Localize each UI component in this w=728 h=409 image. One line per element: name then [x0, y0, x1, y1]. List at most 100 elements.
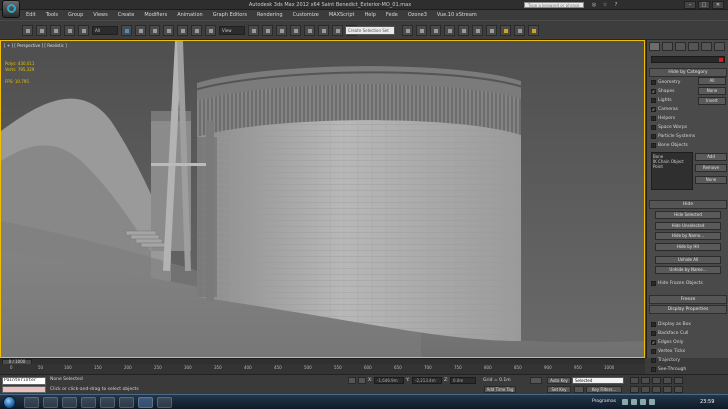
- render-setup-icon[interactable]: [500, 25, 511, 36]
- percent-snap-icon[interactable]: [318, 25, 329, 36]
- menu-fede[interactable]: Fede: [386, 10, 398, 20]
- select-by-name-icon[interactable]: [135, 25, 146, 36]
- spinner-snap-icon[interactable]: [332, 25, 343, 36]
- modify-tab-icon[interactable]: [662, 42, 673, 51]
- list-none-button[interactable]: None: [695, 176, 727, 184]
- keyboard-shortcut-icon[interactable]: [276, 25, 287, 36]
- zoom-all-icon[interactable]: [641, 386, 650, 393]
- remove-button[interactable]: Remove: [695, 164, 727, 172]
- checkbox[interactable]: [651, 134, 656, 139]
- hide-rollout[interactable]: Hide: [649, 200, 727, 209]
- set-key-button[interactable]: Set Key: [547, 386, 571, 393]
- track-bar[interactable]: 0 50 100 150 200 250 300 350 400 450 500…: [0, 364, 645, 374]
- snaps-toggle-icon[interactable]: [290, 25, 301, 36]
- move-icon[interactable]: [177, 25, 188, 36]
- checkbox[interactable]: [651, 322, 656, 327]
- maxscript-listener-input[interactable]: Painterinter: [2, 377, 46, 385]
- scale-icon[interactable]: [205, 25, 216, 36]
- auto-key-button[interactable]: Auto Key: [547, 377, 571, 384]
- taskbar-app-icon[interactable]: [24, 397, 39, 408]
- zoom-icon[interactable]: [630, 386, 639, 393]
- checkbox[interactable]: [651, 80, 656, 85]
- none-button[interactable]: None: [698, 87, 726, 95]
- checkbox[interactable]: [651, 358, 656, 363]
- menu-animation[interactable]: Animation: [177, 10, 203, 20]
- invert-button[interactable]: Invert: [698, 97, 726, 105]
- menu-tools[interactable]: Tools: [46, 10, 58, 20]
- tray-icon[interactable]: [622, 399, 628, 405]
- add-time-tag-button[interactable]: Add Time Tag: [484, 386, 516, 393]
- all-button[interactable]: All: [698, 77, 726, 85]
- app-menu-button[interactable]: [2, 0, 20, 18]
- checkbox[interactable]: [651, 98, 656, 103]
- checkbox-checked[interactable]: ✓: [651, 89, 656, 94]
- selection-filter-dropdown[interactable]: All: [92, 26, 118, 35]
- go-to-end-icon[interactable]: [674, 377, 683, 384]
- display-properties-rollout[interactable]: Display Properties: [649, 305, 727, 314]
- viewport-label[interactable]: [ + ] [ Perspective ] [ Realistic ]: [4, 43, 67, 48]
- checkbox[interactable]: [651, 281, 656, 286]
- trajectory[interactable]: Trajectory: [651, 356, 725, 365]
- hide-by-hit-button[interactable]: Hide by Hit: [655, 242, 721, 251]
- orbit-icon[interactable]: [674, 386, 683, 393]
- object-name-field[interactable]: [651, 56, 725, 63]
- taskbar-app-icon[interactable]: [100, 397, 115, 408]
- category-bone-objects[interactable]: Bone Objects: [651, 141, 696, 150]
- hide-category-list[interactable]: Bone IK Chain Object Point: [651, 152, 693, 190]
- freeze-rollout[interactable]: Freeze: [649, 295, 727, 304]
- field-of-view-icon[interactable]: [652, 386, 661, 393]
- checkbox[interactable]: [651, 349, 656, 354]
- hide-selected-button[interactable]: Hide Selected: [655, 211, 721, 219]
- menu-create[interactable]: Create: [118, 10, 135, 20]
- category-geometry[interactable]: Geometry: [651, 78, 696, 87]
- motion-tab-icon[interactable]: [688, 42, 699, 51]
- category-cameras[interactable]: ✓ Cameras: [651, 105, 696, 114]
- menu-views[interactable]: Views: [93, 10, 107, 20]
- maximize-button[interactable]: □: [698, 1, 710, 9]
- category-space-warps[interactable]: Space Warps: [651, 123, 696, 132]
- menu-ozone3[interactable]: Ozone3: [408, 10, 427, 20]
- display-as-box[interactable]: Display as Box: [651, 320, 725, 329]
- align-icon[interactable]: [416, 25, 427, 36]
- rendered-frame-window-icon[interactable]: [514, 25, 525, 36]
- pivot-center-icon[interactable]: [248, 25, 259, 36]
- checkbox[interactable]: [651, 331, 656, 336]
- redo-icon[interactable]: [36, 25, 47, 36]
- material-editor-icon[interactable]: [486, 25, 497, 36]
- taskbar-app-icon[interactable]: [81, 397, 96, 408]
- taskbar-app-icon[interactable]: [119, 397, 134, 408]
- edges-only[interactable]: ✓ Edges Only: [651, 338, 725, 347]
- layer-manager-icon[interactable]: [430, 25, 441, 36]
- menu-help[interactable]: Help: [365, 10, 376, 20]
- key-mode-icon[interactable]: [530, 377, 542, 384]
- see-through[interactable]: See-Through: [651, 365, 725, 374]
- backface-cull[interactable]: Backface Cull: [651, 329, 725, 338]
- checkbox[interactable]: [651, 143, 656, 148]
- schematic-view-icon[interactable]: [472, 25, 483, 36]
- display-tab-icon[interactable]: [701, 42, 712, 51]
- checkbox[interactable]: [651, 116, 656, 121]
- checkbox-checked[interactable]: ✓: [651, 107, 656, 112]
- absolute-mode-icon[interactable]: [358, 377, 366, 384]
- start-button[interactable]: [3, 396, 16, 409]
- taskbar-app-icon[interactable]: [62, 397, 77, 408]
- key-filters-button[interactable]: Key Filters...: [586, 386, 622, 393]
- key-filter-selection-dropdown[interactable]: Selected: [572, 377, 624, 384]
- maxscript-output[interactable]: [2, 386, 46, 393]
- taskbar-3dsmax-icon[interactable]: [138, 397, 153, 408]
- list-item[interactable]: Point: [653, 164, 691, 169]
- minimize-button[interactable]: –: [684, 1, 696, 9]
- menu-modifiers[interactable]: Modifiers: [144, 10, 167, 20]
- menu-rendering[interactable]: Rendering: [257, 10, 283, 20]
- menu-customize[interactable]: Customize: [293, 10, 319, 20]
- taskbar-app-icon[interactable]: [43, 397, 58, 408]
- tray-programs-label[interactable]: Programas: [592, 399, 616, 404]
- set-keys-icon[interactable]: [574, 386, 584, 393]
- rotate-icon[interactable]: [191, 25, 202, 36]
- previous-frame-icon[interactable]: [641, 377, 650, 384]
- link-icon[interactable]: [50, 25, 61, 36]
- utilities-tab-icon[interactable]: [714, 42, 725, 51]
- hide-by-name-button[interactable]: Hide by Name...: [655, 232, 721, 240]
- menu-maxscript[interactable]: MAXScript: [329, 10, 355, 20]
- hide-frozen-objects[interactable]: Hide Frozen Objects: [651, 281, 703, 286]
